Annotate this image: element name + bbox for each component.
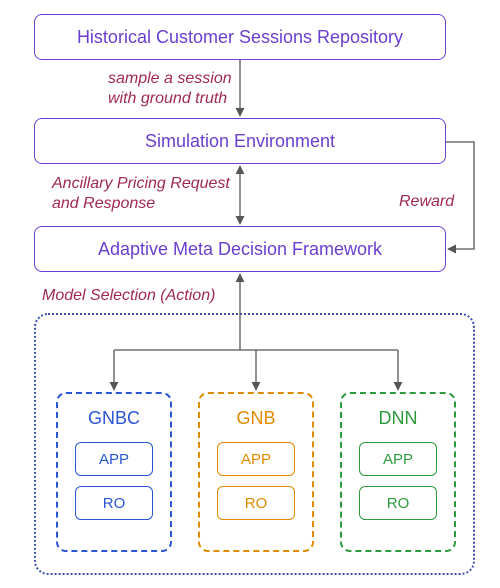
gnbc-app: APP [75, 442, 153, 476]
dnn-app: APP [359, 442, 437, 476]
model-dnn: DNN APP RO [340, 392, 456, 552]
dnn-title: DNN [379, 408, 418, 429]
gnbc-ro: RO [75, 486, 153, 520]
label-reqresp: Ancillary Pricing Request and Response [52, 174, 230, 214]
sim-text: Simulation Environment [145, 131, 335, 152]
label-reward: Reward [399, 192, 454, 212]
sim-box: Simulation Environment [34, 118, 446, 164]
model-gnbc: GNBC APP RO [56, 392, 172, 552]
label-action: Model Selection (Action) [42, 286, 215, 306]
gnb-title: GNB [236, 408, 275, 429]
framework-text: Adaptive Meta Decision Framework [98, 239, 382, 260]
label-sample: sample a session with ground truth [108, 69, 232, 109]
gnb-ro: RO [217, 486, 295, 520]
dnn-ro: RO [359, 486, 437, 520]
gnb-app: APP [217, 442, 295, 476]
model-gnb: GNB APP RO [198, 392, 314, 552]
framework-box: Adaptive Meta Decision Framework [34, 226, 446, 272]
repo-box: Historical Customer Sessions Repository [34, 14, 446, 60]
repo-text: Historical Customer Sessions Repository [77, 27, 403, 48]
gnbc-title: GNBC [88, 408, 140, 429]
